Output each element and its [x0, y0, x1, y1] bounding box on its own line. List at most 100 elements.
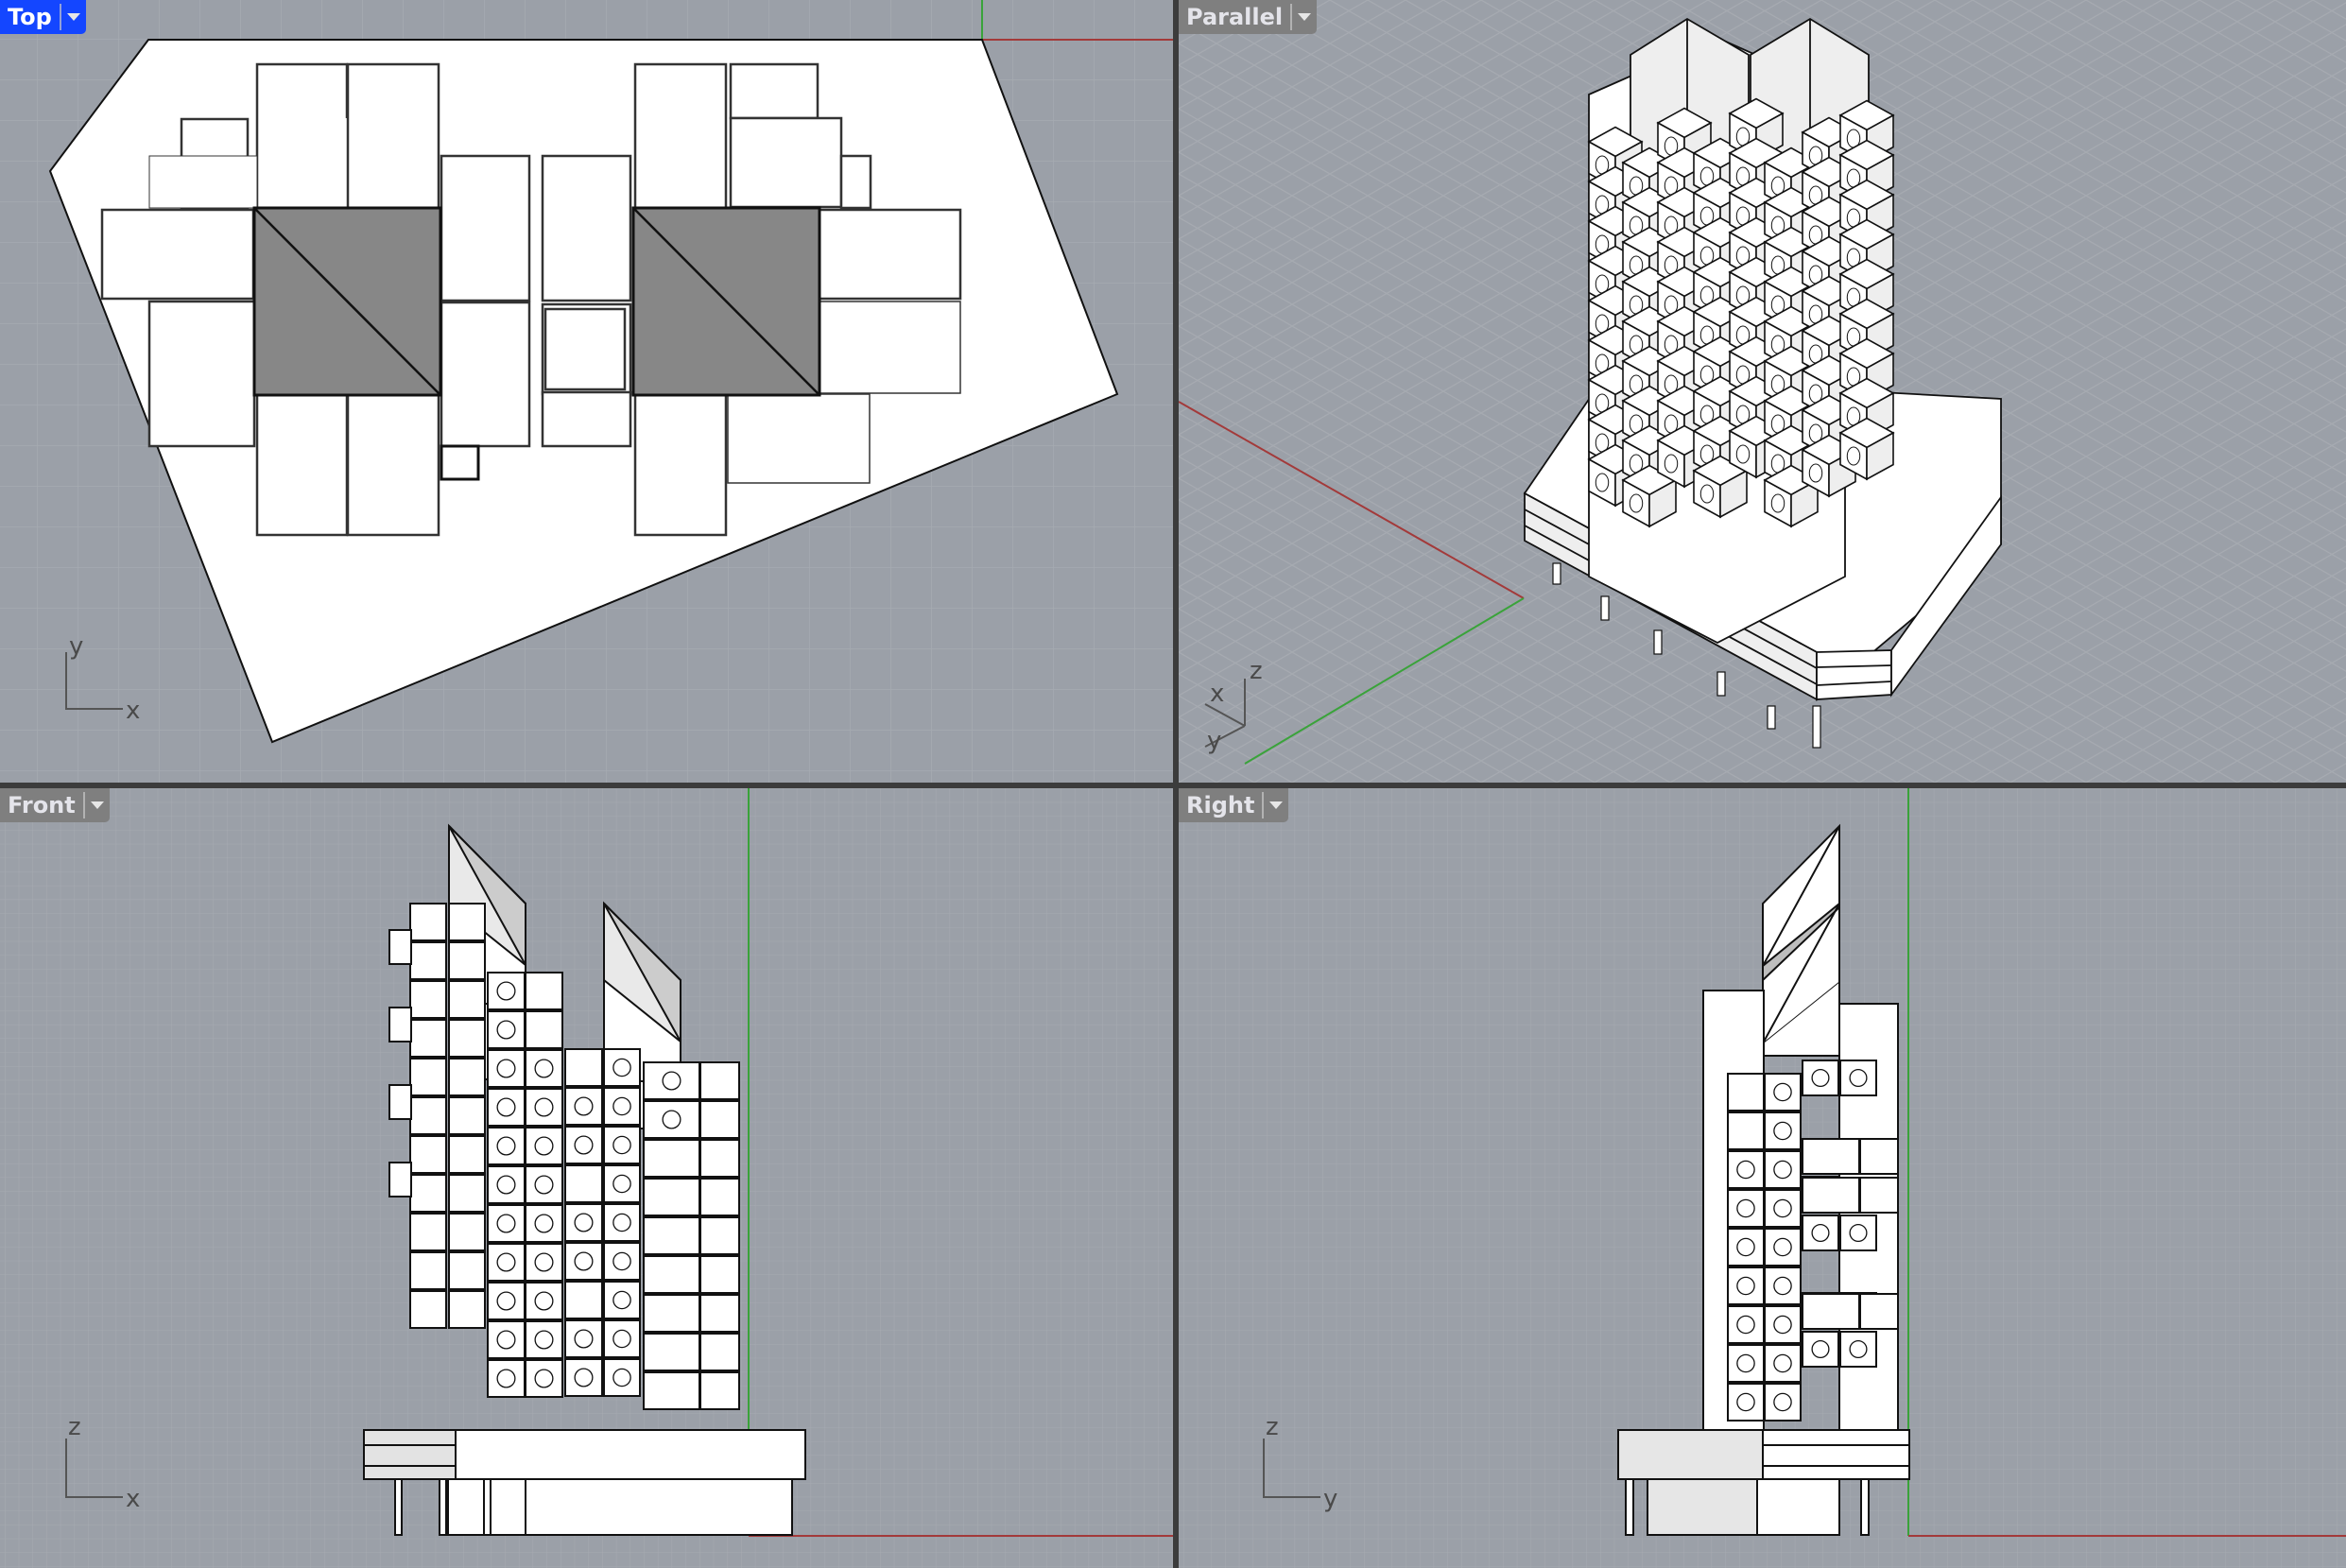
capsule	[1764, 1344, 1802, 1383]
front-view-scene[interactable]	[0, 788, 1173, 1568]
capsule	[1764, 1073, 1802, 1111]
parallel-view-scene[interactable]	[1179, 0, 2346, 783]
capsule	[699, 1139, 740, 1178]
viewport-parallel[interactable]: z x y Parallel	[1179, 0, 2346, 783]
capsule	[564, 1048, 603, 1087]
axis-label-y: y	[1323, 1485, 1337, 1513]
capsule	[1839, 1215, 1877, 1251]
capsule	[564, 1087, 603, 1126]
capsule	[603, 1242, 641, 1281]
capsule	[1859, 1293, 1899, 1330]
capsule	[564, 1358, 603, 1397]
viewport-title: Parallel	[1186, 4, 1284, 30]
viewport-label-top[interactable]: Top	[0, 0, 86, 34]
separator	[1262, 792, 1265, 818]
axis-indicator: z x y	[1204, 657, 1263, 755]
capsule	[448, 941, 486, 980]
capsule	[525, 1127, 563, 1165]
capsule	[564, 1126, 603, 1164]
capsule	[1802, 1293, 1860, 1330]
capsule	[643, 1216, 700, 1255]
capsule	[525, 1165, 563, 1204]
capsule	[525, 972, 563, 1010]
capsule	[1764, 1150, 1802, 1189]
top-view-scene[interactable]	[0, 0, 1173, 783]
viewport-label-right[interactable]: Right	[1179, 788, 1289, 822]
capsule	[487, 1359, 526, 1398]
capsule	[448, 1213, 486, 1251]
capsule	[603, 1358, 641, 1397]
capsule	[603, 1164, 641, 1203]
capsule	[643, 1294, 700, 1333]
capsule	[388, 1007, 412, 1042]
capsule	[409, 980, 447, 1019]
capsule	[1727, 1266, 1765, 1305]
capsule	[448, 980, 486, 1019]
capsule	[603, 1126, 641, 1164]
capsule	[643, 1139, 700, 1178]
capsule	[1727, 1073, 1765, 1111]
capsule	[448, 1096, 486, 1135]
viewport-label-front[interactable]: Front	[0, 788, 110, 822]
capsule	[643, 1100, 700, 1139]
capsule	[525, 1243, 563, 1282]
capsule	[388, 1084, 412, 1120]
capsule	[1859, 1177, 1899, 1214]
capsule	[525, 1010, 563, 1049]
base-platform	[1617, 1429, 1910, 1536]
chevron-down-icon[interactable]	[61, 13, 86, 21]
capsule	[1727, 1344, 1765, 1383]
capsule	[409, 1135, 447, 1174]
capsule	[487, 1204, 526, 1243]
capsule	[603, 1281, 641, 1319]
capsule	[448, 903, 486, 941]
capsule	[448, 1290, 486, 1329]
viewport-top[interactable]: y x Top	[0, 0, 1173, 783]
viewport-right[interactable]: z y Right	[1179, 788, 2346, 1568]
capsule	[699, 1333, 740, 1371]
capsule	[603, 1048, 641, 1087]
capsule	[448, 1019, 486, 1058]
axis-indicator: z x	[65, 1413, 140, 1513]
capsule	[409, 903, 447, 941]
capsule-modules	[1587, 97, 1895, 528]
capsule	[564, 1242, 603, 1281]
capsule	[525, 1359, 563, 1398]
viewport-label-parallel[interactable]: Parallel	[1179, 0, 1318, 34]
chevron-down-icon[interactable]	[85, 801, 110, 809]
capsule	[409, 1096, 447, 1135]
capsule	[1727, 1111, 1765, 1150]
capsule	[1727, 1150, 1765, 1189]
axis-label-z: z	[68, 1413, 81, 1441]
capsule	[1802, 1215, 1839, 1251]
capsule	[1802, 1060, 1839, 1096]
capsule	[448, 1251, 486, 1290]
axis-label-z: z	[1266, 1413, 1279, 1441]
viewport-title: Top	[8, 4, 52, 30]
capsule	[388, 1162, 412, 1198]
capsule	[1764, 1305, 1802, 1344]
viewport-front[interactable]: z x Front	[0, 788, 1173, 1568]
capsule	[1727, 1189, 1765, 1228]
capsule	[564, 1319, 603, 1358]
capsule	[448, 1135, 486, 1174]
chevron-down-icon[interactable]	[1264, 801, 1288, 809]
right-view-scene[interactable]	[1179, 788, 2346, 1568]
axis-label-x: x	[1210, 680, 1224, 708]
viewport-title: Right	[1186, 792, 1255, 818]
capsule	[1802, 1331, 1839, 1368]
capsule	[487, 1320, 526, 1359]
service-core-right	[631, 206, 821, 397]
capsule	[1727, 1228, 1765, 1266]
capsule	[1764, 1383, 1802, 1422]
capsule	[525, 1282, 563, 1320]
capsule	[564, 1164, 603, 1203]
capsule	[487, 1127, 526, 1165]
capsule	[388, 929, 412, 965]
capsule	[1802, 1177, 1860, 1214]
capsule	[643, 1255, 700, 1294]
capsule	[643, 1333, 700, 1371]
capsule	[1839, 1060, 1877, 1096]
chevron-down-icon[interactable]	[1292, 13, 1317, 21]
capsule	[409, 1213, 447, 1251]
